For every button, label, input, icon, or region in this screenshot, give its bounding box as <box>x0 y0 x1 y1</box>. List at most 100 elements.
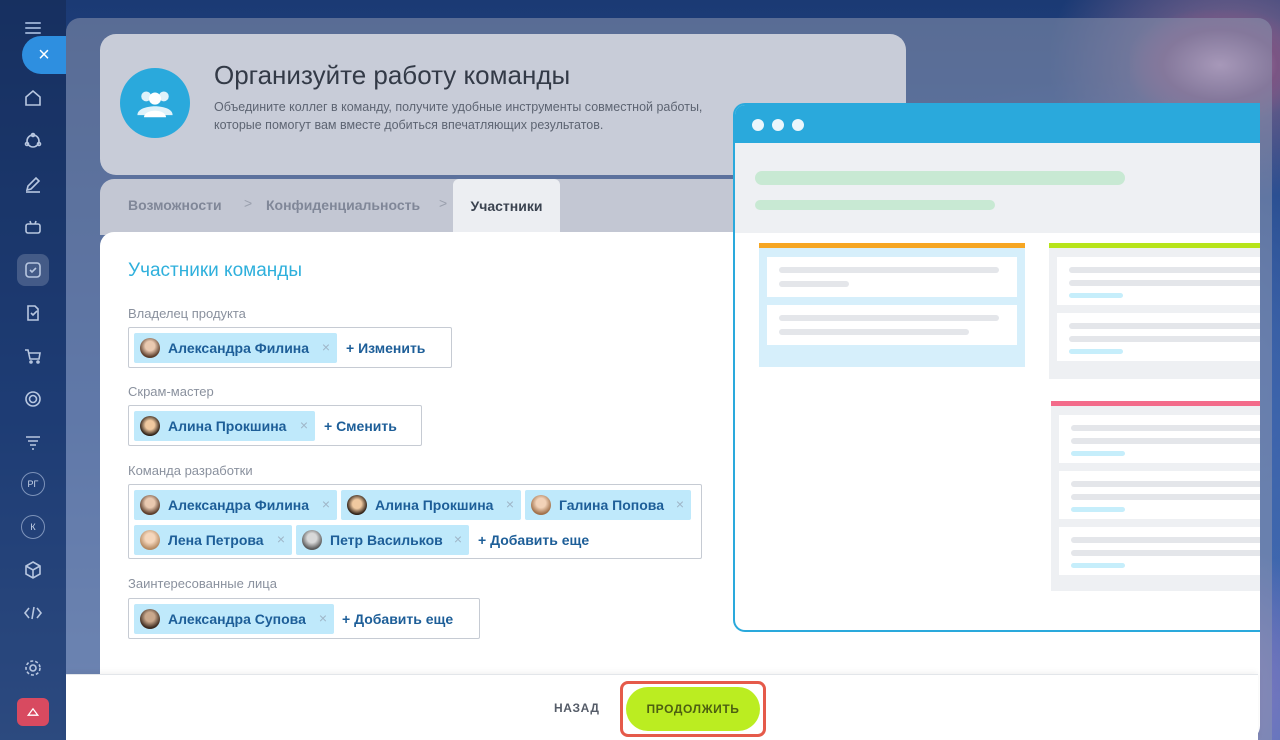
window-titlebar <box>735 105 1260 143</box>
dev-team-field[interactable]: Александра Филина × Алина Прокшина × Гал… <box>128 484 702 559</box>
member-chip: Галина Попова × <box>525 490 691 520</box>
placeholder-line <box>779 315 999 321</box>
remove-icon[interactable]: × <box>322 339 330 355</box>
placeholder-line <box>1071 507 1125 512</box>
column-header <box>1049 243 1260 248</box>
member-chip: Александра Филина × <box>134 490 337 520</box>
remove-icon[interactable]: × <box>322 496 330 512</box>
placeholder-line <box>1071 550 1260 556</box>
group-avatar[interactable]: К <box>21 515 45 539</box>
placeholder-line <box>1071 451 1125 456</box>
code-icon[interactable] <box>17 597 49 629</box>
placeholder-line <box>1069 280 1260 286</box>
window-dot <box>772 119 784 131</box>
placeholder-line <box>1071 563 1125 568</box>
chevron-right-icon: > <box>439 195 448 211</box>
remove-icon[interactable]: × <box>506 496 514 512</box>
remove-icon[interactable]: × <box>319 610 327 626</box>
remove-icon[interactable]: × <box>277 531 285 547</box>
team-icon <box>120 68 190 138</box>
placeholder-line <box>1071 481 1260 487</box>
owner-field[interactable]: Александра Филина × + Изменить <box>128 327 452 368</box>
home-icon[interactable] <box>17 82 49 114</box>
member-chip: Алина Прокшина × <box>134 411 315 441</box>
placeholder-line <box>1071 494 1260 500</box>
cart-icon[interactable] <box>17 340 49 372</box>
kanban-column <box>759 243 1025 367</box>
wizard-footer: НАЗАД ПРОДОЛЖИТЬ <box>66 674 1258 740</box>
add-developer-link[interactable]: + Добавить еще <box>478 532 589 548</box>
page-description: Объедините коллег в команду, получите уд… <box>214 100 703 132</box>
pen-icon[interactable] <box>17 168 49 200</box>
member-chip: Александра Супова × <box>134 604 334 634</box>
window-dot <box>792 119 804 131</box>
kanban-column <box>1049 243 1260 379</box>
stakeholders-field[interactable]: Александра Супова × + Добавить еще <box>128 598 480 639</box>
add-stakeholder-link[interactable]: + Добавить еще <box>342 611 453 627</box>
kanban-card <box>1059 415 1260 463</box>
close-icon: × <box>38 43 50 66</box>
left-sidebar: × РГ К <box>0 0 66 740</box>
member-chip: Александра Филина × <box>134 333 337 363</box>
scrum-master-field[interactable]: Алина Прокшина × + Сменить <box>128 405 422 446</box>
crm-icon[interactable] <box>17 125 49 157</box>
placeholder-line <box>779 281 849 287</box>
dev-team-label: Команда разработки <box>128 463 253 478</box>
menu-icon[interactable] <box>25 22 41 37</box>
page-title: Организуйте работу команды <box>214 60 571 90</box>
section-title: Участники команды <box>128 260 303 281</box>
placeholder-line <box>1069 293 1123 298</box>
settings-icon[interactable] <box>17 652 49 684</box>
placeholder-bar <box>755 171 1125 185</box>
change-owner-link[interactable]: + Изменить <box>346 340 425 356</box>
change-scrum-master-link[interactable]: + Сменить <box>324 418 397 434</box>
avatar <box>140 416 160 436</box>
member-chip: Лена Петрова × <box>134 525 292 555</box>
avatar <box>302 530 322 550</box>
back-button[interactable]: НАЗАД <box>554 701 600 715</box>
avatar <box>140 530 160 550</box>
tasks-icon[interactable] <box>17 254 49 286</box>
close-slider-button[interactable]: × <box>22 36 66 74</box>
group-avatar[interactable]: РГ <box>21 472 45 496</box>
avatar <box>347 495 367 515</box>
remove-icon[interactable]: × <box>300 417 308 433</box>
placeholder-line <box>779 329 969 335</box>
documents-icon[interactable] <box>17 297 49 329</box>
placeholder-line <box>1069 336 1260 342</box>
avatar <box>140 495 160 515</box>
kanban-illustration <box>733 103 1260 632</box>
filter-icon[interactable] <box>17 426 49 458</box>
target-icon[interactable] <box>17 383 49 415</box>
avatar <box>531 495 551 515</box>
placeholder-line <box>1069 267 1260 273</box>
box-icon[interactable] <box>17 554 49 586</box>
stakeholders-label: Заинтересованные лица <box>128 576 277 591</box>
chevron-right-icon: > <box>244 195 253 211</box>
remove-icon[interactable]: × <box>454 531 462 547</box>
kanban-card <box>767 305 1017 345</box>
placeholder-line <box>1069 323 1260 329</box>
kanban-card <box>767 257 1017 297</box>
member-chip: Алина Прокшина × <box>341 490 521 520</box>
kanban-column <box>1051 401 1260 591</box>
window-header <box>735 143 1260 233</box>
remove-icon[interactable]: × <box>676 496 684 512</box>
tab-privacy[interactable]: Конфиденциальность <box>266 197 420 213</box>
robot-icon[interactable] <box>17 211 49 243</box>
column-header <box>1051 401 1260 406</box>
placeholder-line <box>1071 438 1260 444</box>
tab-features[interactable]: Возможности <box>128 197 222 213</box>
column-header <box>759 243 1025 248</box>
placeholder-line <box>1071 537 1260 543</box>
continue-button[interactable]: ПРОДОЛЖИТЬ <box>626 687 760 731</box>
app-icon[interactable] <box>17 698 49 726</box>
tab-members[interactable]: Участники <box>453 179 560 235</box>
kanban-card <box>1059 471 1260 519</box>
kanban-card <box>1057 313 1260 361</box>
placeholder-bar <box>755 200 995 210</box>
avatar <box>140 338 160 358</box>
placeholder-line <box>1069 349 1123 354</box>
owner-label: Владелец продукта <box>128 306 246 321</box>
window-dot <box>752 119 764 131</box>
